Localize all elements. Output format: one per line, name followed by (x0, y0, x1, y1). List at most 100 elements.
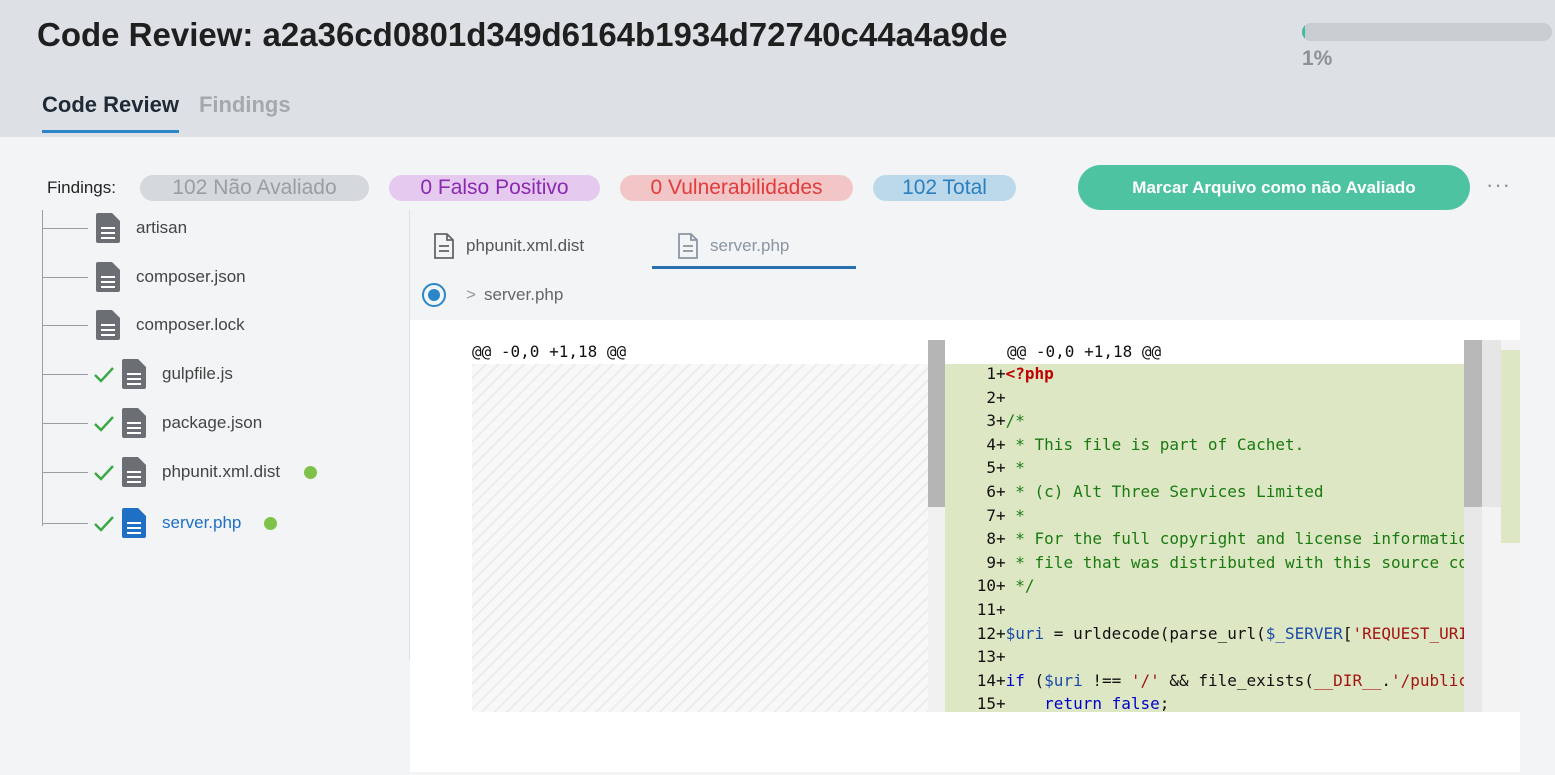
file-icon (96, 213, 120, 243)
file-icon (434, 233, 454, 259)
tree-branch-line (43, 523, 88, 524)
tree-branch-line (43, 423, 88, 424)
not-evaluated-badge[interactable]: 102 Não Avaliado (140, 175, 369, 201)
status-dot (264, 517, 277, 530)
tree-item-label: composer.json (136, 267, 246, 286)
code-text: * This file is part of Cachet. (1005, 434, 1305, 454)
left-scrollbar-thumb[interactable] (928, 340, 945, 507)
total-badge[interactable]: 102 Total (873, 175, 1016, 201)
empty-original-pane (472, 364, 928, 712)
chevron-right-icon: > (466, 285, 476, 304)
line-number: 15 (976, 694, 996, 712)
line-number: 13 (976, 647, 996, 667)
code-text: /* (1005, 411, 1025, 431)
code-text: <?php (1005, 364, 1054, 383)
code-text: * (c) Alt Three Services Limited (1005, 482, 1324, 501)
breadcrumb-file[interactable]: server.php (484, 285, 563, 305)
line-number: 2 (986, 387, 996, 407)
tree-item-label: server.php (162, 513, 242, 532)
editor-tab-phpunit[interactable]: phpunit.xml.dist (432, 224, 584, 268)
code-text: return false; (1044, 694, 1170, 712)
check-icon (94, 367, 114, 383)
added-marker: + (996, 647, 1006, 667)
tab-code-review[interactable]: Code Review (42, 92, 179, 133)
more-options-icon[interactable]: ··· (1486, 172, 1511, 198)
tree-item-label: package.json (162, 413, 263, 432)
added-marker: + (996, 576, 1006, 596)
code-line: 9+ * file that was distributed with this… (945, 553, 1468, 577)
code-text: * file that was distributed with this so… (1005, 552, 1469, 572)
line-number: 8 (986, 529, 996, 549)
line-number: 9 (986, 552, 996, 572)
hunk-header-left: @@ -0,0 +1,18 @@ (472, 342, 627, 361)
left-scrollbar[interactable] (928, 340, 945, 712)
check-icon (94, 465, 114, 481)
mark-file-not-evaluated-button[interactable]: Marcar Arquivo como não Avaliado (1078, 165, 1470, 210)
hunk-header-right: @@ -0,0 +1,18 @@ (1007, 342, 1162, 361)
code-line: 8+ * For the full copyright and license … (945, 529, 1468, 553)
tree-item[interactable]: server.php (0, 507, 400, 539)
findings-label: Findings: (47, 178, 116, 197)
right-scrollbar-thumb[interactable] (1464, 340, 1482, 507)
tree-item-label: artisan (136, 218, 188, 237)
tree-item[interactable]: composer.json (0, 261, 400, 293)
tree-item-label: composer.lock (136, 315, 245, 334)
added-marker: + (996, 505, 1006, 525)
added-marker: + (996, 434, 1006, 454)
code-line: 15+ return false; (945, 694, 1170, 712)
file-icon (122, 359, 146, 389)
code-line: 12+$uri = urldecode(parse_url($_SERVER['… (945, 624, 1468, 648)
code-text: if ($uri !== '/' && file_exists(__DIR__.… (1005, 670, 1469, 690)
added-marker: + (996, 623, 1006, 643)
tab-findings[interactable]: Findings (199, 92, 291, 133)
tree-item[interactable]: artisan (0, 212, 400, 244)
status-dot (304, 466, 317, 479)
added-marker: + (996, 387, 1006, 407)
code-line: 1+<?php (945, 364, 1054, 388)
tree-item[interactable]: gulpfile.js (0, 358, 400, 390)
added-marker: + (996, 411, 1006, 431)
page-header: Code Review: a2a36cd0801d349d6164b1934d7… (0, 0, 1555, 137)
code-text: $uri = urldecode(parse_url($_SERVER['REQ… (1005, 623, 1469, 643)
tree-item[interactable]: package.json (0, 407, 400, 439)
line-number: 12 (976, 623, 996, 643)
editor-tab-label: phpunit.xml.dist (466, 236, 585, 255)
code-line: 10+ */ (945, 576, 1035, 600)
tree-branch-line (43, 228, 88, 229)
right-scrollbar[interactable] (1464, 340, 1482, 712)
file-tree: artisan composer.json composer.lock gulpfil… (0, 210, 410, 660)
code-line: 3+/* (945, 411, 1025, 435)
modified-pane[interactable]: 1+<?php 2+ 3+/* 4+ * This file is part of C… (945, 364, 1482, 712)
false-positive-badge[interactable]: 0 Falso Positivo (389, 175, 600, 201)
line-number: 5 (986, 458, 996, 478)
review-progress-fill (1302, 23, 1305, 41)
tree-branch-line (43, 472, 88, 473)
editor-tab-label: server.php (710, 236, 790, 255)
minimap[interactable] (1482, 340, 1520, 712)
check-icon (94, 416, 114, 432)
file-icon (122, 408, 146, 438)
line-number: 14 (976, 670, 996, 690)
tree-branch-line (43, 277, 88, 278)
code-line: 14+if ($uri !== '/' && file_exists(__DIR… (945, 671, 1468, 695)
code-text: * For the full copyright and license inf… (1005, 529, 1469, 549)
file-select-radio[interactable] (422, 283, 446, 307)
file-icon (96, 310, 120, 340)
file-icon (678, 233, 698, 259)
code-line: 7+ * (945, 506, 1025, 530)
line-number: 11 (976, 600, 996, 619)
tree-item-label: gulpfile.js (162, 364, 233, 383)
code-line: 6+ * (c) Alt Three Services Limited (945, 482, 1324, 506)
added-marker: + (996, 600, 1006, 619)
tree-item[interactable]: phpunit.xml.dist (0, 456, 400, 488)
code-line: 2+ (945, 387, 1006, 412)
added-marker: + (996, 670, 1006, 690)
tree-item[interactable]: composer.lock (0, 309, 400, 341)
tree-item-label: phpunit.xml.dist (162, 462, 281, 481)
active-tab-indicator (652, 266, 856, 269)
code-line: 11+ (945, 600, 1006, 624)
vulnerabilities-badge[interactable]: 0 Vulnerabilidades (620, 175, 853, 201)
code-line: 4+ * This file is part of Cachet. (945, 435, 1304, 459)
editor-tab-server[interactable]: server.php (676, 224, 789, 268)
added-marker: + (996, 482, 1006, 501)
